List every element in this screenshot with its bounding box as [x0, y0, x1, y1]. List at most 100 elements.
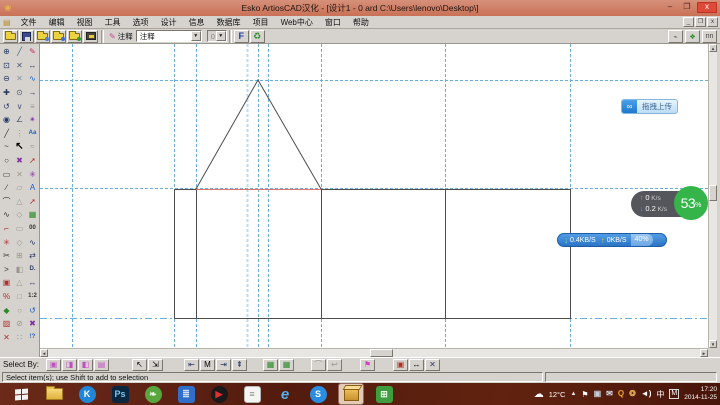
menu-item-设计[interactable]: 设计 — [155, 17, 183, 28]
slash-tool-icon[interactable]: ╱ — [13, 45, 26, 59]
x-arrows-icon[interactable]: ✕ — [425, 359, 440, 371]
app-s-icon[interactable]: S — [306, 384, 330, 404]
drag-upload-button[interactable]: ∞ 拖拽上传 — [621, 99, 678, 114]
burst-tool-icon[interactable]: ✳ — [0, 235, 13, 249]
select-by-class-icon[interactable]: ▤ — [94, 359, 109, 371]
half-square-icon[interactable]: ◧ — [13, 263, 26, 277]
circle-tool-icon[interactable]: ○ — [0, 154, 13, 168]
menu-item-工具[interactable]: 工具 — [99, 17, 127, 28]
text-aa-icon[interactable]: Aa — [26, 127, 39, 141]
vertical-scrollbar[interactable]: ▲ ▼ — [708, 44, 717, 348]
app-k-icon[interactable]: K — [75, 384, 99, 404]
gray-x-icon[interactable]: ✕ — [13, 167, 26, 181]
circle-gray-icon[interactable]: ○ — [13, 303, 26, 317]
curve-arrow-icon[interactable]: → — [26, 86, 39, 100]
table-select2-icon[interactable]: ▦ — [279, 359, 294, 371]
speed-bar[interactable]: ↓ 0.4KB/S ↑ 0KB/S 40% — [557, 233, 667, 247]
volume-icon[interactable]: ◄) — [641, 389, 652, 399]
vee-tool-icon[interactable]: ∨ — [13, 99, 26, 113]
square-gray-icon[interactable]: □ — [13, 290, 26, 304]
bezier-tool-icon[interactable]: ∿ — [0, 208, 13, 222]
trim-tool-icon[interactable]: ✂ — [0, 249, 13, 263]
no-fill-icon[interactable]: ⊘ — [13, 317, 26, 331]
gray-diamond-icon[interactable]: ◇ — [13, 208, 26, 222]
clock[interactable]: 17:20 2014-11-25 — [684, 386, 717, 402]
rotate-view-icon[interactable]: ↺ — [0, 99, 13, 113]
tri-gray-icon[interactable]: △ — [13, 276, 26, 290]
select-add-icon[interactable]: ⇲ — [148, 359, 163, 371]
layer-combobox[interactable]: 注释 ▼ — [136, 30, 202, 42]
view-eye-icon[interactable]: ◉ — [0, 113, 13, 127]
esko-green-icon[interactable]: ❖ — [685, 30, 700, 43]
qq-icon[interactable]: Q — [618, 389, 624, 399]
horizontal-scrollbar[interactable]: ◄ ► — [40, 348, 708, 357]
scroll-right-icon[interactable]: ► — [700, 349, 708, 357]
minimize-button[interactable]: – — [663, 2, 677, 13]
annotation-pen-icon[interactable]: ✎ — [26, 45, 39, 59]
internet-explorer-icon[interactable]: e — [273, 384, 297, 404]
h-extent-icon[interactable]: ↔ — [409, 359, 424, 371]
green-grid-icon[interactable]: ▦ — [26, 208, 39, 222]
rebuild-button[interactable] — [67, 30, 82, 43]
gray-quad-icon[interactable]: ▱ — [13, 181, 26, 195]
flag-pink-icon[interactable]: ⚑ — [360, 359, 375, 371]
zoom-in-icon[interactable]: ⊕ — [0, 45, 13, 59]
swap-icon[interactable]: ⇄ — [26, 249, 39, 263]
cross-tool-icon[interactable]: ✕ — [13, 72, 26, 86]
start-button[interactable] — [9, 384, 33, 404]
media-player-icon[interactable]: ▶ — [207, 384, 231, 404]
scroll-down-icon[interactable]: ▼ — [709, 340, 717, 348]
list-app-icon[interactable]: ≣ — [174, 384, 198, 404]
menu-item-帮助[interactable]: 帮助 — [347, 17, 375, 28]
close-button[interactable]: x — [697, 2, 717, 13]
select-by-design-icon[interactable]: ◨ — [62, 359, 77, 371]
italic-a-icon[interactable]: A — [26, 181, 39, 195]
select-right-icon[interactable]: ⇥ — [216, 359, 231, 371]
offset-tool-icon[interactable]: > — [0, 263, 13, 277]
save-button[interactable] — [19, 30, 34, 43]
notepad-icon[interactable]: ≡ — [240, 384, 264, 404]
menu-item-编辑[interactable]: 编辑 — [43, 17, 71, 28]
units-icon[interactable]: nn — [702, 30, 717, 43]
select-tool-icon[interactable]: ↖ — [132, 359, 147, 371]
scroll-up-icon[interactable]: ▲ — [709, 44, 717, 52]
waves-icon[interactable]: ≈ — [26, 140, 39, 154]
measure-icon[interactable]: ⌁ — [668, 30, 683, 43]
hatch-tool-icon[interactable]: ▨ — [0, 317, 13, 331]
chevron-down-icon[interactable]: ▼ — [191, 31, 201, 41]
select-by-part-icon[interactable]: ▣ — [46, 359, 61, 371]
security-tray-icon[interactable]: ▣ — [594, 389, 602, 399]
catalog-button[interactable] — [83, 30, 98, 43]
snap-dots-icon[interactable]: ⋮ — [13, 127, 26, 141]
language-bar[interactable]: M — [669, 389, 679, 399]
multi-select-icon[interactable]: ✖ — [13, 154, 26, 168]
d-tool-icon[interactable]: D. — [26, 263, 39, 277]
box-measure-icon[interactable]: ▣ — [393, 359, 408, 371]
vscroll-thumb[interactable] — [709, 185, 717, 201]
select-m-icon[interactable]: M — [200, 359, 215, 371]
purple-x-icon[interactable]: ✖ — [26, 317, 39, 331]
flower-purple-icon[interactable]: ✳ — [26, 167, 39, 181]
grid-plus-icon[interactable]: ⊞ — [13, 249, 26, 263]
ime-indicator[interactable]: 中 — [656, 389, 664, 400]
open-design-button[interactable] — [51, 30, 66, 43]
corner-tool-icon[interactable]: ⌐ — [0, 222, 13, 236]
pan-icon[interactable]: ✚ — [0, 86, 13, 100]
photoshop-icon[interactable]: Ps — [108, 384, 132, 404]
select-by-layer-icon[interactable]: ◧ — [78, 359, 93, 371]
ratio-icon[interactable]: 1:2 — [26, 290, 39, 304]
menu-item-文件[interactable]: 文件 — [15, 17, 43, 28]
hscroll-thumb[interactable] — [370, 349, 393, 357]
menu-item-视图[interactable]: 视图 — [71, 17, 99, 28]
rectangle-tool-icon[interactable]: ▭ — [0, 167, 13, 181]
weather-icon[interactable]: ☁ — [534, 389, 544, 400]
file-explorer-icon[interactable] — [42, 384, 66, 404]
artioscad-taskbar-icon[interactable] — [339, 384, 363, 404]
lines-icon[interactable]: ≡ — [26, 99, 39, 113]
erase-x-icon[interactable]: ✕ — [13, 59, 26, 73]
curve2-icon[interactable]: ∿ — [26, 235, 39, 249]
undo-circle-icon[interactable]: ↺ — [26, 303, 39, 317]
gray-poly-icon[interactable]: ◇ — [13, 235, 26, 249]
green-leaf-app-icon[interactable]: ❧ — [141, 384, 165, 404]
arc-tool-icon[interactable]: ⌒ — [0, 195, 13, 209]
